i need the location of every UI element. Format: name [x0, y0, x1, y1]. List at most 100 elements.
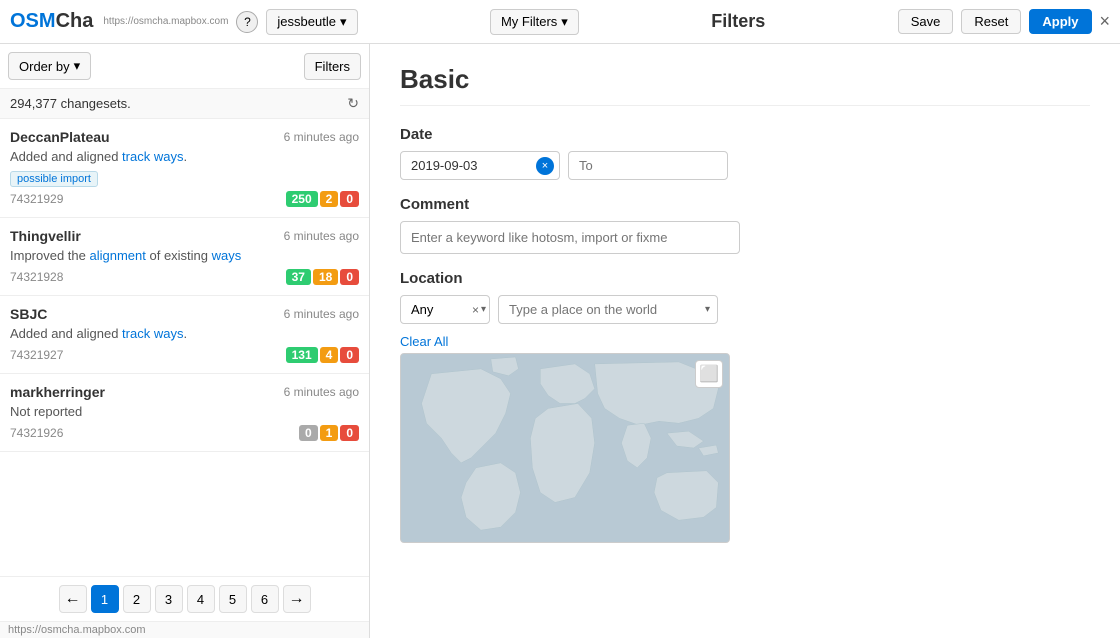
changeset-header: markherringer 6 minutes ago — [10, 384, 359, 400]
comment-label: Comment — [400, 196, 1090, 213]
count-badges: 0 1 0 — [299, 425, 359, 441]
badge-yellow: 4 — [320, 347, 339, 363]
changeset-time: 6 minutes ago — [284, 130, 359, 144]
changesets-list: DeccanPlateau 6 minutes ago Added and al… — [0, 119, 369, 576]
next-page-button[interactable]: → — [283, 585, 311, 613]
date-label: Date — [400, 126, 1090, 143]
logo-osm: OSM — [10, 10, 56, 32]
my-filters-button[interactable]: My Filters ▾ — [490, 9, 579, 35]
right-panel: Basic Date × Comment Location Any × — [370, 44, 1120, 638]
changeset-header: SBJC 6 minutes ago — [10, 306, 359, 322]
changeset-header: DeccanPlateau 6 minutes ago — [10, 129, 359, 145]
badge-red: 0 — [340, 269, 359, 285]
page-1-button[interactable]: 1 — [91, 585, 119, 613]
changeset-time: 6 minutes ago — [284, 307, 359, 321]
badge-gray: 0 — [299, 425, 318, 441]
badge-red: 0 — [340, 425, 359, 441]
badge-yellow: 1 — [320, 425, 339, 441]
left-panel: Order by ▾ Filters 294,377 changesets. ↻… — [0, 44, 370, 638]
badge-yellow: 18 — [313, 269, 338, 285]
comment-input[interactable] — [400, 221, 740, 254]
badge-yellow: 2 — [320, 191, 339, 207]
changeset-id: 74321926 — [10, 426, 63, 440]
count-badges: 37 18 0 — [286, 269, 359, 285]
changeset-item: SBJC 6 minutes ago Added and aligned tra… — [0, 296, 369, 374]
count-badges: 250 2 0 — [286, 191, 359, 207]
changeset-id: 74321929 — [10, 192, 63, 206]
logo-cha: Cha — [56, 10, 94, 32]
changeset-item: DeccanPlateau 6 minutes ago Added and al… — [0, 119, 369, 218]
place-input-wrap: ▾ — [498, 295, 718, 324]
select-arrow-icon: ▾ — [481, 304, 486, 315]
main-layout: Order by ▾ Filters 294,377 changesets. ↻… — [0, 44, 1120, 638]
changeset-id: 74321928 — [10, 270, 63, 284]
filters-button[interactable]: Filters — [304, 53, 361, 80]
user-menu-button[interactable]: jessbeutle ▾ — [266, 9, 357, 35]
comment-row — [400, 221, 1090, 254]
badge-red: 0 — [340, 191, 359, 207]
close-button[interactable]: × — [1100, 11, 1111, 32]
top-bar: OSMCha https://osmcha.mapbox.com ? jessb… — [0, 0, 1120, 44]
save-button[interactable]: Save — [898, 9, 954, 34]
section-divider — [400, 105, 1090, 106]
changeset-author: SBJC — [10, 306, 47, 322]
location-label: Location — [400, 270, 1090, 287]
order-by-button[interactable]: Order by ▾ — [8, 52, 91, 80]
count-badges: 131 4 0 — [286, 347, 359, 363]
bottom-url: https://osmcha.mapbox.com — [0, 621, 369, 638]
page-3-button[interactable]: 3 — [155, 585, 183, 613]
changeset-item: Thingvellir 6 minutes ago Improved the a… — [0, 218, 369, 296]
apply-button[interactable]: Apply — [1029, 9, 1091, 34]
date-row: × — [400, 151, 1090, 180]
page-2-button[interactable]: 2 — [123, 585, 151, 613]
changeset-desc: Not reported — [10, 404, 359, 419]
clear-all-link[interactable]: Clear All — [400, 334, 448, 349]
badge-green: 37 — [286, 269, 311, 285]
logo: OSMCha — [10, 10, 93, 33]
changeset-desc: Added and aligned track ways. — [10, 326, 359, 341]
refresh-icon[interactable]: ↻ — [347, 95, 359, 112]
place-input[interactable] — [498, 295, 718, 324]
date-clear-button[interactable]: × — [536, 157, 554, 175]
changeset-header: Thingvellir 6 minutes ago — [10, 228, 359, 244]
reset-button[interactable]: Reset — [961, 9, 1021, 34]
map-draw-button[interactable]: ⬜ — [695, 360, 723, 388]
badge-green: 250 — [286, 191, 318, 207]
changeset-desc: Added and aligned track ways. — [10, 149, 359, 164]
changeset-footer: 74321926 0 1 0 — [10, 425, 359, 441]
select-clear-icon[interactable]: × — [472, 303, 479, 317]
page-4-button[interactable]: 4 — [187, 585, 215, 613]
world-map — [401, 354, 729, 542]
filters-title: Filters — [711, 11, 765, 32]
map-controls: Clear All — [400, 334, 1090, 349]
location-row: Any × ▾ ▾ — [400, 295, 1090, 324]
select-icons: × ▾ — [472, 303, 486, 317]
date-to-input[interactable] — [568, 151, 728, 180]
changeset-time: 6 minutes ago — [284, 229, 359, 243]
date-from-wrap: × — [400, 151, 560, 180]
section-title: Basic — [400, 64, 1090, 95]
changeset-author: Thingvellir — [10, 228, 81, 244]
changeset-count: 294,377 changesets. ↻ — [0, 89, 369, 119]
changeset-id: 74321927 — [10, 348, 63, 362]
left-toolbar: Order by ▾ Filters — [0, 44, 369, 89]
changeset-time: 6 minutes ago — [284, 385, 359, 399]
map-container: ⬜ — [400, 353, 730, 543]
page-6-button[interactable]: 6 — [251, 585, 279, 613]
help-button[interactable]: ? — [236, 11, 258, 33]
changeset-author: markherringer — [10, 384, 105, 400]
place-dropdown-icon: ▾ — [705, 304, 710, 315]
badge-green: 131 — [286, 347, 318, 363]
changeset-author: DeccanPlateau — [10, 129, 110, 145]
draw-icon: ⬜ — [699, 364, 719, 384]
changeset-desc: Improved the alignment of existing ways — [10, 248, 359, 263]
prev-page-button[interactable]: ← — [59, 585, 87, 613]
changeset-footer: 74321929 250 2 0 — [10, 191, 359, 207]
changeset-footer: 74321927 131 4 0 — [10, 347, 359, 363]
page-5-button[interactable]: 5 — [219, 585, 247, 613]
changeset-item: markherringer 6 minutes ago Not reported… — [0, 374, 369, 452]
badge-red: 0 — [340, 347, 359, 363]
tag-badge: possible import — [10, 171, 98, 187]
changeset-footer: 74321928 37 18 0 — [10, 269, 359, 285]
location-select-wrap: Any × ▾ — [400, 295, 490, 324]
